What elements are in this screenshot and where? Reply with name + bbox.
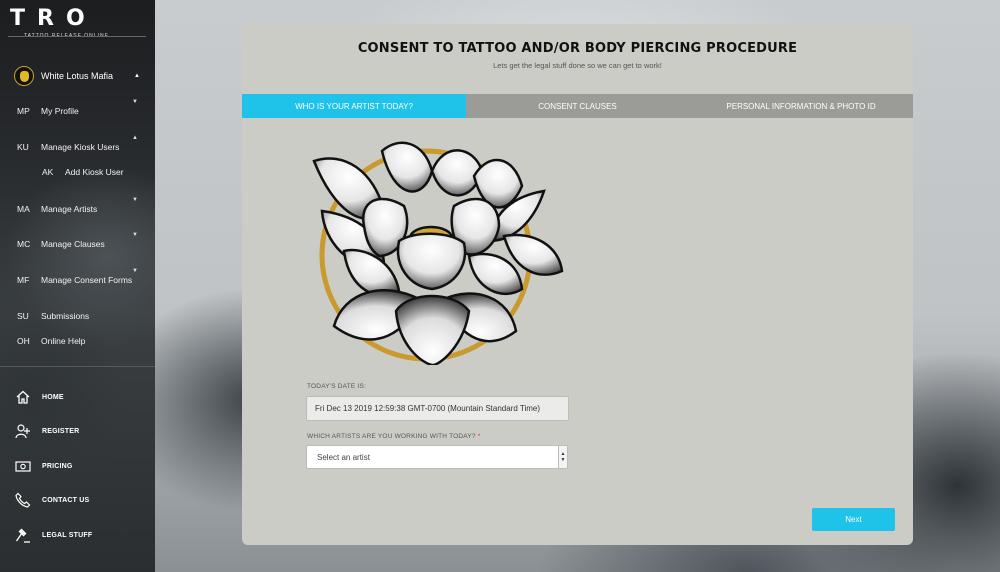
nav-abbr: OH [17, 336, 30, 346]
chevron-down-icon: ▼ [132, 232, 138, 238]
menu-item-pricing[interactable]: PRICING [0, 449, 155, 483]
page-subtitle: Lets get the legal stuff done so we can … [493, 61, 662, 70]
sidebar-item-manage-artists[interactable]: MA Manage Artists ▼ [0, 197, 155, 219]
nav-label: Manage Artists [41, 204, 98, 214]
tab-personal-information[interactable]: PERSONAL INFORMATION & PHOTO ID [689, 94, 913, 118]
nav-label: Add Kiosk User [65, 167, 124, 177]
sidebar-item-manage-consent-forms[interactable]: MF Manage Consent Forms ▼ [0, 268, 155, 290]
menu-item-contact-us[interactable]: CONTACT US [0, 483, 155, 517]
menu-item-home[interactable]: HOME [0, 380, 155, 414]
nav-abbr: AK [42, 167, 54, 177]
sidebar-item-manage-clauses[interactable]: MC Manage Clauses ▼ [0, 232, 155, 254]
next-button[interactable]: Next [812, 508, 895, 531]
artist-label: WHICH ARTISTS ARE YOU WORKING WITH TODAY… [307, 433, 480, 440]
nav-abbr: SU [17, 311, 29, 321]
user-menu[interactable]: White Lotus Mafia ▲ [14, 65, 144, 87]
money-icon [0, 458, 42, 474]
required-mark: * [477, 433, 481, 440]
menu-label: PRICING [42, 462, 73, 470]
nav-label: Submissions [41, 311, 90, 321]
chevron-up-icon: ▲ [132, 135, 138, 141]
menu-item-legal-stuff[interactable]: LEGAL STUFF [0, 518, 155, 552]
avatar [14, 66, 34, 86]
nav-abbr: MP [17, 106, 30, 116]
sidebar-item-my-profile[interactable]: MP My Profile ▼ [0, 99, 155, 121]
tab-who-is-your-artist[interactable]: WHO IS YOUR ARTIST TODAY? [242, 94, 466, 118]
tab-consent-clauses[interactable]: CONSENT CLAUSES [466, 94, 689, 118]
nav-abbr: MF [17, 275, 30, 285]
user-name: White Lotus Mafia [41, 71, 114, 81]
chevron-up-icon: ▲ [134, 73, 140, 79]
nav-label: Online Help [41, 336, 86, 346]
add-user-icon [0, 423, 42, 439]
sidebar-item-online-help[interactable]: OH Online Help [0, 331, 155, 351]
nav-label: My Profile [41, 106, 79, 116]
menu-label: CONTACT US [42, 496, 90, 504]
phone-icon [0, 492, 42, 508]
nav-label: Manage Kiosk Users [41, 142, 120, 152]
sidebar-divider [0, 366, 155, 367]
logo-mark: TRO [10, 6, 97, 31]
nav-label: Manage Consent Forms [41, 275, 133, 285]
sidebar: TRO TATTOO RELEASE ONLINE White Lotus Ma… [0, 0, 155, 572]
sidebar-item-add-kiosk-user[interactable]: AK Add Kiosk User [0, 162, 155, 182]
lotus-logo-image [304, 131, 568, 367]
app-logo[interactable]: TRO TATTOO RELEASE ONLINE [10, 6, 120, 39]
home-icon [0, 389, 42, 405]
menu-label: HOME [42, 393, 64, 401]
date-field: Fri Dec 13 2019 12:59:38 GMT-0700 (Mount… [306, 396, 569, 421]
artist-select-value: Select an artist [317, 452, 370, 462]
chevron-down-icon: ▼ [132, 268, 138, 274]
page-title: CONSENT TO TATTOO AND/OR BODY PIERCING P… [357, 41, 798, 56]
sidebar-item-submissions[interactable]: SU Submissions [0, 306, 155, 326]
chevron-down-icon: ▼ [132, 99, 138, 105]
nav-abbr: MA [17, 204, 30, 214]
artist-label-text: WHICH ARTISTS ARE YOU WORKING WITH TODAY… [307, 433, 476, 440]
artist-select[interactable]: Select an artist ▲ ▼ [306, 445, 568, 469]
chevron-down-icon: ▼ [132, 197, 138, 203]
nav-label: Manage Clauses [41, 239, 105, 249]
menu-item-register[interactable]: REGISTER [0, 414, 155, 448]
menu-label: REGISTER [42, 427, 80, 435]
consent-card: CONSENT TO TATTOO AND/OR BODY PIERCING P… [242, 24, 913, 545]
date-label: TODAY'S DATE IS: [307, 383, 366, 390]
logo-divider [8, 36, 146, 37]
chevron-down-icon: ▲ ▼ [558, 446, 567, 468]
menu-label: LEGAL STUFF [42, 531, 93, 539]
step-tabs: WHO IS YOUR ARTIST TODAY? CONSENT CLAUSE… [242, 94, 913, 118]
nav-abbr: MC [17, 239, 31, 249]
sidebar-item-manage-kiosk-users[interactable]: KU Manage Kiosk Users ▲ [0, 135, 155, 157]
nav-abbr: KU [17, 142, 29, 152]
gavel-icon [0, 527, 42, 543]
